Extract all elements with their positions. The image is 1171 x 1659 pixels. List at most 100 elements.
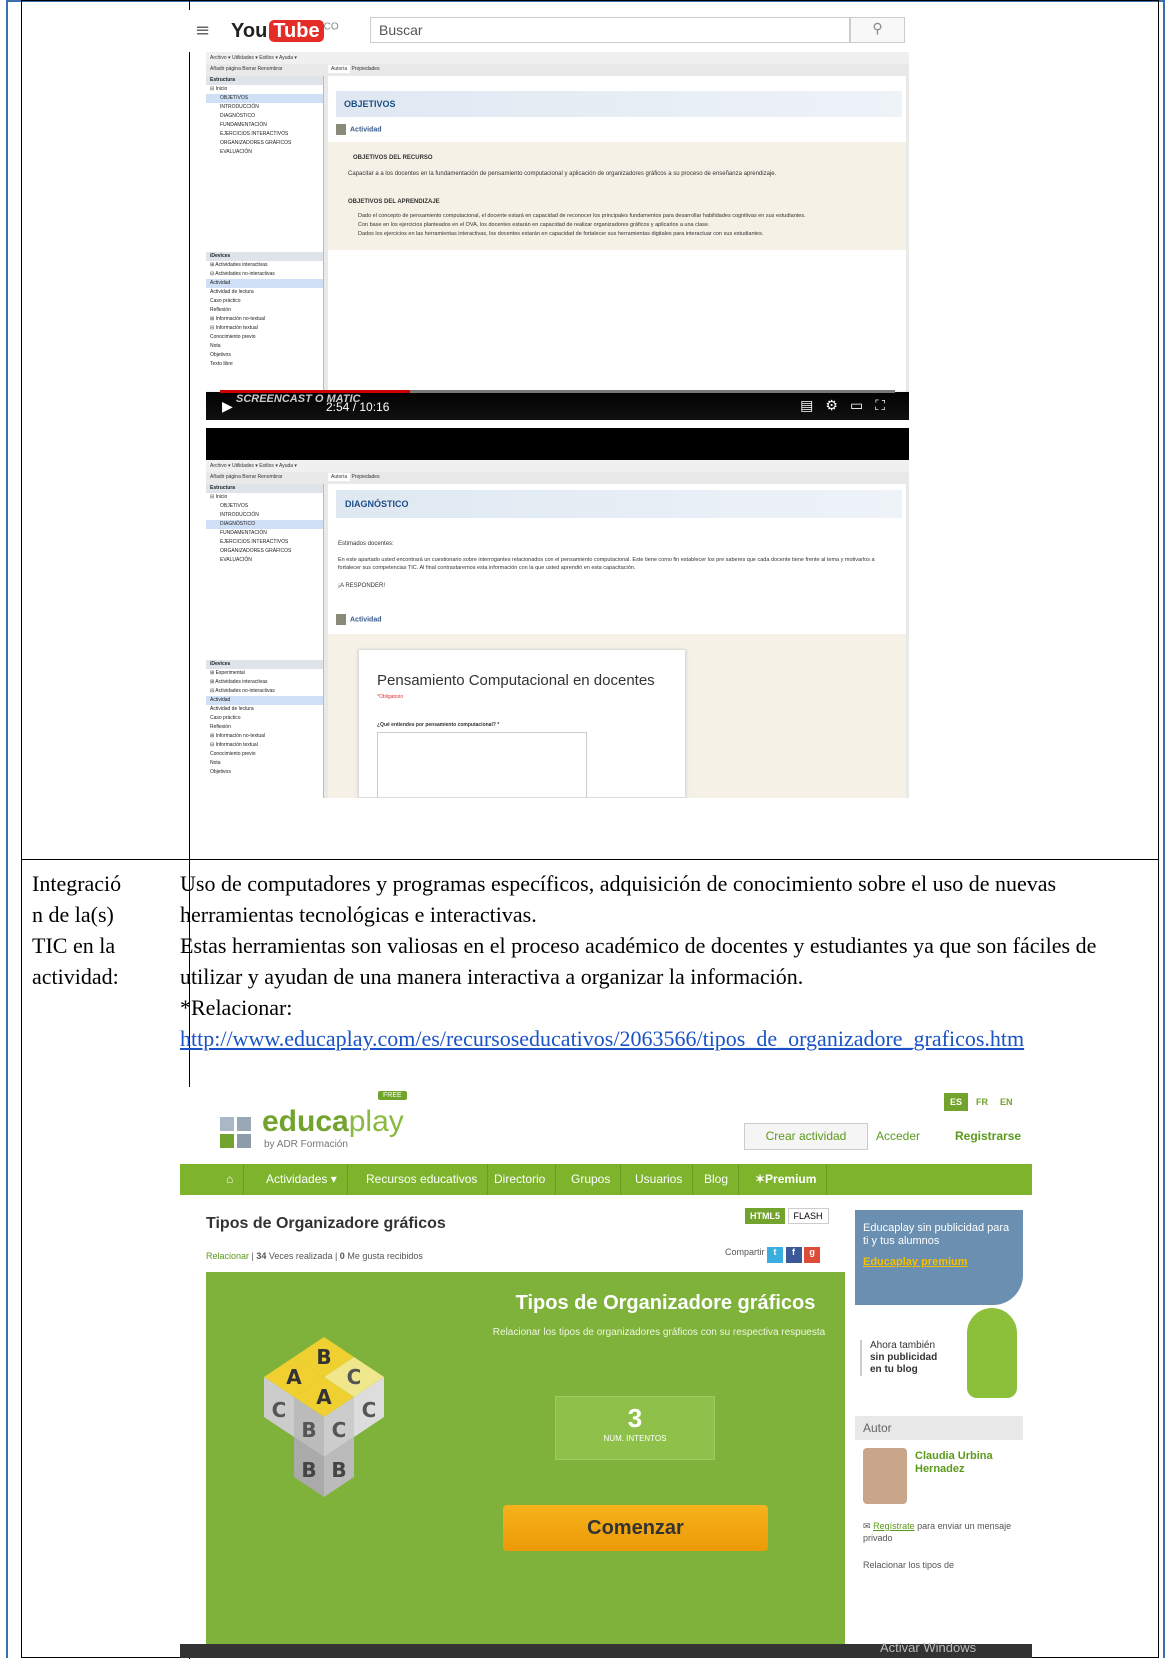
lang-fr[interactable]: FR bbox=[970, 1093, 994, 1111]
attempts-label: NUM. INTENTOS bbox=[603, 1434, 667, 1443]
share-bar: Compartir t f g bbox=[725, 1247, 821, 1263]
tree-item[interactable]: DIAGNÓSTICO bbox=[206, 520, 323, 529]
idevice-item[interactable]: ⊟ Información textual bbox=[206, 741, 323, 750]
gear-icon[interactable]: ⚙ bbox=[825, 397, 850, 413]
nav-groups[interactable]: Grupos bbox=[561, 1164, 622, 1195]
svg-text:B: B bbox=[331, 1458, 346, 1482]
lang-en[interactable]: EN bbox=[994, 1093, 1019, 1111]
start-button[interactable]: Comenzar bbox=[503, 1505, 768, 1551]
svg-text:A: A bbox=[316, 1385, 332, 1409]
tree-item[interactable]: EJERCICIOS INTERACTIVOS bbox=[206, 130, 323, 139]
lang-es[interactable]: ES bbox=[944, 1093, 969, 1111]
play-icon[interactable]: ▶ bbox=[222, 398, 233, 415]
idevice-item[interactable]: Objetivos bbox=[206, 768, 323, 777]
label-line: n de la(s) bbox=[32, 902, 114, 927]
activity-type[interactable]: Relacionar bbox=[206, 1251, 249, 1261]
fullscreen-icon[interactable]: ⛶ bbox=[875, 397, 897, 413]
tree-item[interactable]: OBJETIVOS bbox=[206, 502, 323, 511]
idevice-item[interactable]: Caso práctico bbox=[206, 297, 323, 306]
idevice-item[interactable]: ⊞ Experimental bbox=[206, 669, 323, 678]
idevice-item[interactable]: Conocimiento previo bbox=[206, 750, 323, 759]
idevice-item[interactable]: Reflexión bbox=[206, 723, 323, 732]
idevice-item[interactable]: Reflexión bbox=[206, 306, 323, 315]
author-header: Autor bbox=[855, 1416, 1023, 1440]
learning-goals-heading: OBJETIVOS DEL APRENDIZAJE bbox=[348, 199, 440, 205]
svg-text:B: B bbox=[301, 1418, 316, 1442]
tree-item[interactable]: FUNDAMENTACIÓN bbox=[206, 121, 323, 130]
idevice-item[interactable]: ⊟ Actividades no-interactivas bbox=[206, 270, 323, 279]
tree-item[interactable]: DIAGNÓSTICO bbox=[206, 112, 323, 121]
register-link[interactable]: Registrarse bbox=[955, 1129, 1021, 1143]
idevice-item[interactable]: Actividad de lectura bbox=[206, 288, 323, 297]
paragraph: Uso de computadores y programas específi… bbox=[180, 871, 1057, 927]
idevice-item[interactable]: ⊞ Información no-textual bbox=[206, 315, 323, 324]
blog-promo-line: Ahora también bbox=[870, 1340, 936, 1351]
idevice-item[interactable]: Actividad bbox=[206, 279, 323, 288]
nav-premium[interactable]: ✶Premium bbox=[745, 1164, 828, 1195]
tree-item[interactable]: INTRODUCCIÓN bbox=[206, 103, 323, 112]
facebook-icon[interactable]: f bbox=[785, 1247, 802, 1263]
educaplay-logo[interactable]: educaplay bbox=[262, 1105, 404, 1139]
search-icon[interactable]: ⚲ bbox=[850, 17, 905, 43]
tree-item[interactable]: FUNDAMENTACIÓN bbox=[206, 529, 323, 538]
google-plus-icon[interactable]: g bbox=[804, 1247, 821, 1263]
tree-item[interactable]: ORGANIZADORES GRÁFICOS bbox=[206, 139, 323, 148]
video-player-2[interactable]: Archivo ▾ Utilidades ▾ Estilos ▾ Ayuda ▾… bbox=[206, 428, 909, 798]
form-answer-field[interactable] bbox=[377, 732, 587, 798]
nav-activities[interactable]: Actividades ▾ bbox=[256, 1164, 348, 1195]
home-icon[interactable]: ⌂ bbox=[216, 1164, 245, 1195]
activity-header: Actividad bbox=[336, 124, 382, 135]
structure-header: Estructura bbox=[206, 484, 323, 493]
tree-item[interactable]: OBJETIVOS bbox=[206, 94, 323, 103]
premium-link[interactable]: Educaplay premium bbox=[863, 1256, 1015, 1269]
youtube-logo[interactable]: You Tube CO bbox=[231, 20, 339, 43]
idevice-item[interactable]: Texto libre bbox=[206, 360, 323, 369]
tree-item[interactable]: INTRODUCCIÓN bbox=[206, 511, 323, 520]
exe-tabs[interactable]: Autoría Propiedades bbox=[328, 473, 380, 481]
login-link[interactable]: Acceder bbox=[876, 1129, 920, 1143]
tree-item[interactable]: ORGANIZADORES GRÁFICOS bbox=[206, 547, 323, 556]
register-contact-link[interactable]: Regístrate bbox=[873, 1521, 915, 1531]
theater-icon[interactable]: ▭ bbox=[850, 397, 875, 413]
tree-item[interactable]: ⊟ Inicio bbox=[206, 85, 323, 94]
author-name[interactable]: Claudia Urbina Hernadez bbox=[915, 1450, 1023, 1476]
idevice-item[interactable]: ⊟ Actividades no-interactivas bbox=[206, 687, 323, 696]
idevice-item[interactable]: Conocimiento previo bbox=[206, 333, 323, 342]
idevice-item[interactable]: Actividad de lectura bbox=[206, 705, 323, 714]
idevice-item[interactable]: Actividad bbox=[206, 696, 323, 705]
educaplay-screenshot: educaplay FREE by ADR Formación ES FR EN… bbox=[180, 1087, 1032, 1658]
likes-label: Me gusta recibidos bbox=[347, 1251, 423, 1261]
paragraph: Estas herramientas son valiosas en el pr… bbox=[180, 933, 1097, 989]
mail-icon: ✉ bbox=[863, 1521, 871, 1531]
tab-flash[interactable]: FLASH bbox=[787, 1208, 829, 1224]
subtitles-icon[interactable]: ▤ bbox=[800, 397, 825, 413]
educaplay-link[interactable]: http://www.educaplay.com/es/recursoseduc… bbox=[180, 1026, 1024, 1051]
tree-item[interactable]: EVALUACIÓN bbox=[206, 148, 323, 157]
tree-item[interactable]: EJERCICIOS INTERACTIVOS bbox=[206, 538, 323, 547]
tree-item[interactable]: EVALUACIÓN bbox=[206, 556, 323, 565]
exe-toolbar: Añadir página Borrar Renombrar bbox=[210, 474, 283, 480]
idevice-item[interactable]: Nota bbox=[206, 759, 323, 768]
idevice-item[interactable]: ⊞ Actividades interactivas bbox=[206, 261, 323, 270]
activity-panel: B A C A C C B C B B Tipos de Organizador… bbox=[206, 1272, 845, 1658]
idevice-item[interactable]: Objetivos bbox=[206, 351, 323, 360]
idevice-item[interactable]: ⊞ Información no-textual bbox=[206, 732, 323, 741]
tree-item[interactable]: ⊟ Inicio bbox=[206, 493, 323, 502]
nav-users[interactable]: Usuarios bbox=[625, 1164, 694, 1195]
idevice-item[interactable]: Nota bbox=[206, 342, 323, 351]
search-input[interactable]: Buscar bbox=[370, 17, 850, 43]
idevice-item[interactable]: Caso práctico bbox=[206, 714, 323, 723]
create-activity-button[interactable]: Crear actividad bbox=[744, 1123, 868, 1150]
nav-directory[interactable]: Directorio bbox=[484, 1164, 557, 1195]
player-settings-icons[interactable]: ▤⚙▭⛶ bbox=[800, 397, 897, 414]
tab-html5[interactable]: HTML5 bbox=[745, 1208, 785, 1224]
author-avatar[interactable] bbox=[863, 1448, 907, 1504]
exe-tabs[interactable]: Autoría Propiedades bbox=[328, 65, 380, 73]
video-player-1[interactable]: Archivo ▾ Utilidades ▾ Estilos ▾ Ayuda ▾… bbox=[206, 52, 909, 420]
idevice-item[interactable]: ⊞ Actividades interactivas bbox=[206, 678, 323, 687]
twitter-icon[interactable]: t bbox=[767, 1247, 784, 1263]
nav-resources[interactable]: Recursos educativos bbox=[356, 1164, 489, 1195]
nav-blog[interactable]: Blog bbox=[694, 1164, 740, 1195]
menu-icon[interactable]: ≡ bbox=[195, 20, 210, 41]
idevice-item[interactable]: ⊟ Información textual bbox=[206, 324, 323, 333]
